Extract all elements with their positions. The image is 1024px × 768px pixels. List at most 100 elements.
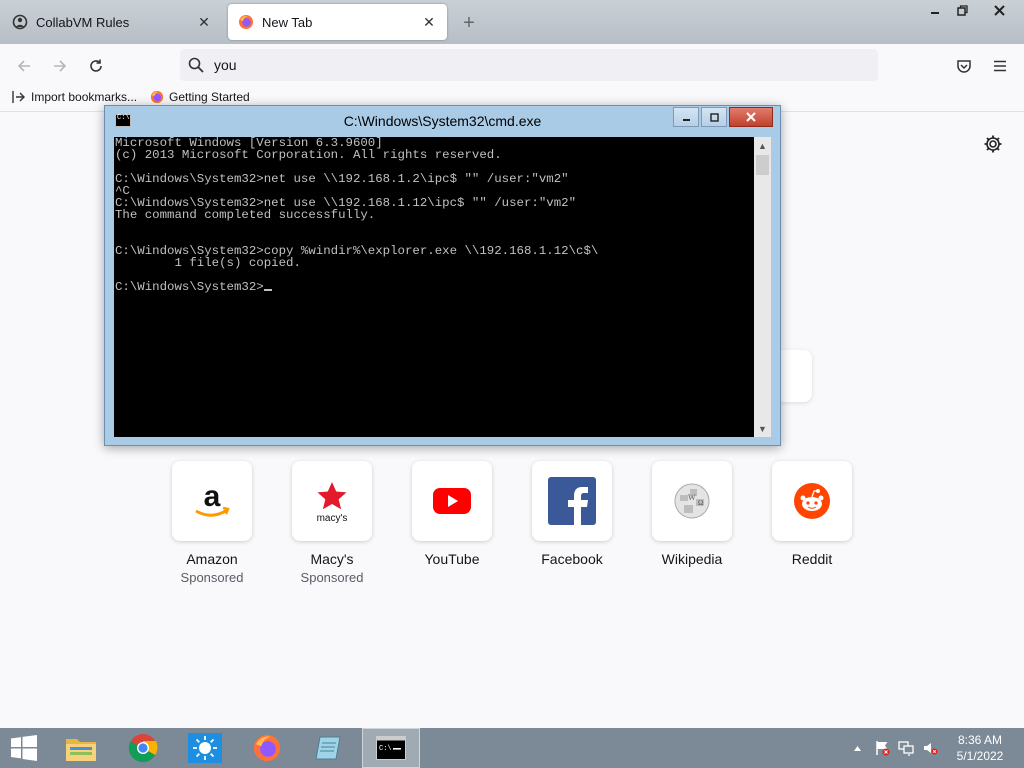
taskbar-weather-app[interactable] bbox=[176, 728, 234, 768]
svg-text:Ω: Ω bbox=[698, 499, 703, 507]
site-tile: a bbox=[172, 461, 252, 541]
vertical-scrollbar[interactable]: ▲ ▼ bbox=[754, 137, 771, 437]
flag-icon bbox=[876, 741, 890, 756]
youtube-icon bbox=[433, 488, 471, 514]
tray-action-center[interactable] bbox=[872, 728, 892, 768]
taskbar-notepad[interactable] bbox=[300, 728, 358, 768]
chevron-up-icon bbox=[853, 745, 861, 751]
svg-text:W: W bbox=[688, 493, 696, 502]
scroll-thumb[interactable] bbox=[756, 155, 769, 175]
cmd-minimize-button[interactable] bbox=[673, 107, 699, 127]
back-button[interactable] bbox=[10, 52, 38, 80]
url-input[interactable] bbox=[214, 57, 814, 73]
tray-network[interactable] bbox=[896, 728, 916, 768]
cmd-window[interactable]: C:\Windows\System32\cmd.exe Microsoft Wi… bbox=[104, 105, 781, 446]
file-explorer-icon bbox=[66, 739, 96, 761]
collabvm-icon bbox=[12, 14, 28, 30]
console-prompt-line: C:\Windows\System32> bbox=[114, 281, 754, 293]
console-line: (c) 2013 Microsoft Corporation. All righ… bbox=[115, 148, 502, 162]
firefox-icon bbox=[253, 734, 281, 762]
top-site-facebook[interactable]: Facebook bbox=[532, 461, 612, 567]
close-icon[interactable]: ✕ bbox=[192, 10, 216, 34]
notepad-icon bbox=[315, 736, 341, 760]
site-name: YouTube bbox=[424, 551, 480, 567]
top-site-macys[interactable]: macy's Macy's Sponsored bbox=[292, 461, 372, 585]
console-line: The command completed successfully. bbox=[115, 208, 376, 222]
bookmark-getting-started[interactable]: Getting Started bbox=[150, 90, 250, 104]
text-cursor bbox=[263, 289, 272, 291]
firefox-icon bbox=[238, 14, 254, 30]
bookmark-label: Import bookmarks... bbox=[31, 90, 138, 104]
top-site-wikipedia[interactable]: WΩ Wikipedia bbox=[652, 461, 732, 567]
sponsored-label: Sponsored bbox=[300, 570, 364, 585]
tab-label: New Tab bbox=[262, 14, 313, 30]
scroll-up-icon[interactable]: ▲ bbox=[754, 137, 771, 154]
windows-logo-icon bbox=[11, 735, 37, 761]
forward-button[interactable] bbox=[46, 52, 74, 80]
pocket-button[interactable] bbox=[950, 52, 978, 80]
clock-date: 5/1/2022 bbox=[956, 749, 1004, 763]
macys-logo-text: macy's bbox=[317, 513, 348, 524]
site-tile bbox=[412, 461, 492, 541]
top-site-reddit[interactable]: Reddit bbox=[772, 461, 852, 567]
reload-button[interactable] bbox=[82, 52, 110, 80]
console-output[interactable]: Microsoft Windows [Version 6.3.9600] (c)… bbox=[114, 137, 754, 437]
top-site-youtube[interactable]: YouTube bbox=[412, 461, 492, 567]
wikipedia-icon: WΩ bbox=[674, 483, 710, 519]
taskbar-firefox[interactable] bbox=[238, 728, 296, 768]
system-clock[interactable]: 8:36 AM 5/1/2022 bbox=[950, 732, 1010, 764]
taskbar-cmd[interactable]: C:\ bbox=[362, 728, 420, 768]
gear-icon[interactable] bbox=[983, 134, 1003, 154]
import-icon bbox=[12, 90, 26, 104]
site-name: Wikipedia bbox=[661, 551, 723, 567]
start-button[interactable] bbox=[0, 728, 48, 768]
tray-volume[interactable] bbox=[920, 728, 940, 768]
macys-icon: macy's bbox=[317, 482, 348, 524]
navigation-toolbar bbox=[0, 44, 1024, 86]
cmd-icon: C:\ bbox=[376, 736, 406, 760]
svg-text:C:\: C:\ bbox=[379, 745, 392, 753]
clock-time: 8:36 AM bbox=[957, 733, 1003, 747]
top-site-amazon[interactable]: a Amazon Sponsored bbox=[172, 461, 252, 585]
reddit-icon bbox=[794, 483, 830, 519]
site-name: Facebook bbox=[541, 551, 603, 567]
taskbar-chrome[interactable] bbox=[114, 728, 172, 768]
svg-text:a: a bbox=[204, 480, 221, 513]
close-icon[interactable]: ✕ bbox=[417, 10, 441, 34]
site-tile: macy's bbox=[292, 461, 372, 541]
console-prompt: C:\Windows\System32> bbox=[115, 280, 264, 294]
taskbar: C:\ 8:36 AM 5/1/2022 bbox=[0, 728, 1024, 768]
bookmark-label: Getting Started bbox=[169, 90, 250, 104]
network-icon bbox=[898, 741, 914, 756]
console-line: C:\Windows\System32>net use \\192.168.1.… bbox=[115, 172, 569, 186]
cmd-maximize-button[interactable] bbox=[701, 107, 727, 127]
minimize-button[interactable] bbox=[920, 0, 950, 20]
close-window-button[interactable] bbox=[984, 0, 1014, 20]
menu-button[interactable] bbox=[986, 52, 1014, 80]
site-name: Amazon bbox=[186, 551, 238, 567]
show-hidden-icons-button[interactable] bbox=[850, 728, 864, 768]
address-bar[interactable] bbox=[180, 49, 878, 81]
cmd-title-bar[interactable]: C:\Windows\System32\cmd.exe bbox=[105, 106, 780, 136]
tab-new-tab[interactable]: New Tab ✕ bbox=[228, 4, 447, 40]
weather-icon bbox=[188, 733, 222, 763]
volume-muted-icon bbox=[924, 743, 938, 755]
tab-label: CollabVM Rules bbox=[36, 14, 130, 30]
facebook-icon bbox=[548, 477, 596, 525]
tab-collabvm-rules[interactable]: CollabVM Rules ✕ bbox=[2, 4, 222, 40]
new-tab-button[interactable]: + bbox=[456, 10, 482, 36]
cmd-close-button[interactable] bbox=[729, 107, 773, 127]
scroll-down-icon[interactable]: ▼ bbox=[754, 420, 771, 437]
site-tile bbox=[772, 461, 852, 541]
tab-strip: CollabVM Rules ✕ New Tab ✕ + bbox=[0, 0, 1024, 44]
site-name: Macy's bbox=[310, 551, 354, 567]
firefox-icon bbox=[150, 90, 164, 104]
sponsored-label: Sponsored bbox=[180, 570, 244, 585]
taskbar-file-explorer[interactable] bbox=[52, 728, 110, 768]
console-line: 1 file(s) copied. bbox=[115, 256, 301, 270]
site-name: Reddit bbox=[791, 551, 833, 567]
cmd-icon bbox=[115, 114, 131, 127]
restore-button[interactable] bbox=[947, 0, 977, 20]
bookmark-import[interactable]: Import bookmarks... bbox=[12, 90, 137, 104]
